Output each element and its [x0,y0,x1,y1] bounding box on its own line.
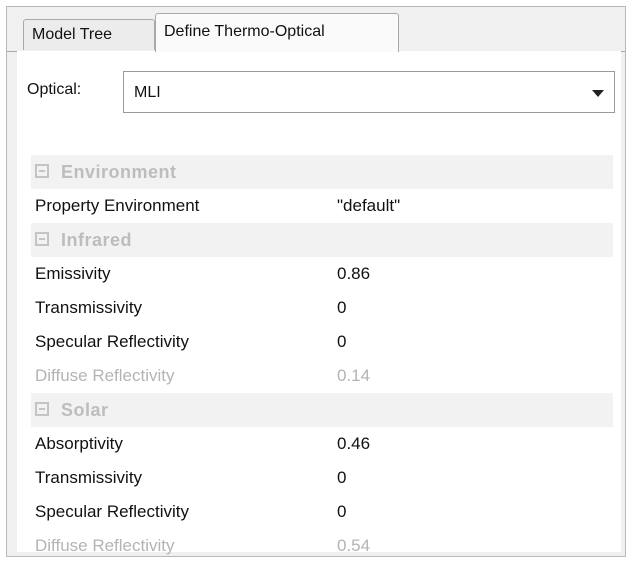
category-solar: Solar [31,393,613,427]
thermo-optical-panel: Optical: MLI Environment Property Enviro… [17,51,621,555]
optical-dropdown-value: MLI [134,84,161,101]
property-name: Emissivity [35,264,111,283]
optical-row: Optical: MLI [23,71,615,117]
property-row-environment[interactable]: Property Environment "default" [31,189,613,223]
property-row-ir-specular[interactable]: Specular Reflectivity 0 [31,325,613,359]
property-name: Transmissivity [35,298,143,317]
property-value[interactable]: 0 [337,325,346,359]
tab-strip: Model Tree Define Thermo-Optical [7,13,625,52]
optical-label: Optical: [27,81,82,98]
property-name: Specular Reflectivity [35,332,190,351]
category-label: Infrared [61,230,133,250]
property-row-ir-diffuse: Diffuse Reflectivity 0.14 [31,359,613,393]
property-name: Specular Reflectivity [35,502,190,521]
property-row-solar-transmissivity[interactable]: Transmissivity 0 [31,461,613,495]
property-value[interactable]: 0 [337,495,346,529]
property-row-solar-specular[interactable]: Specular Reflectivity 0 [31,495,613,529]
tab-model-tree[interactable]: Model Tree [23,19,155,50]
property-row-ir-transmissivity[interactable]: Transmissivity 0 [31,291,613,325]
property-row-solar-diffuse: Diffuse Reflectivity 0.54 [31,529,613,563]
collapse-icon[interactable] [35,402,49,416]
property-row-ir-emissivity[interactable]: Emissivity 0.86 [31,257,613,291]
property-grid: Environment Property Environment "defaul… [31,155,613,563]
tab-define-thermo-optical[interactable]: Define Thermo-Optical [155,13,399,52]
thermo-optical-window: Model Tree Define Thermo-Optical Optical… [6,6,626,557]
optical-dropdown[interactable]: MLI [123,71,615,113]
collapse-icon[interactable] [35,232,49,246]
property-value[interactable]: 0 [337,461,346,495]
property-value: 0.14 [337,366,371,385]
property-value: 0.54 [337,536,371,555]
category-label: Solar [61,400,109,420]
category-infrared: Infrared [31,223,613,257]
collapse-icon[interactable] [35,164,49,178]
category-label: Environment [61,162,177,182]
property-value[interactable]: 0 [337,291,346,325]
property-name: Property Environment [35,196,200,215]
dropdown-arrow-icon[interactable] [592,90,604,97]
property-name: Diffuse Reflectivity [35,536,175,555]
property-value[interactable]: "default" [337,189,400,223]
property-value[interactable]: 0.46 [337,427,370,461]
property-name: Absorptivity [35,434,123,453]
property-row-solar-absorptivity[interactable]: Absorptivity 0.46 [31,427,613,461]
property-name: Diffuse Reflectivity [35,366,175,385]
category-environment: Environment [31,155,613,189]
property-value[interactable]: 0.86 [337,257,370,291]
property-name: Transmissivity [35,468,143,487]
